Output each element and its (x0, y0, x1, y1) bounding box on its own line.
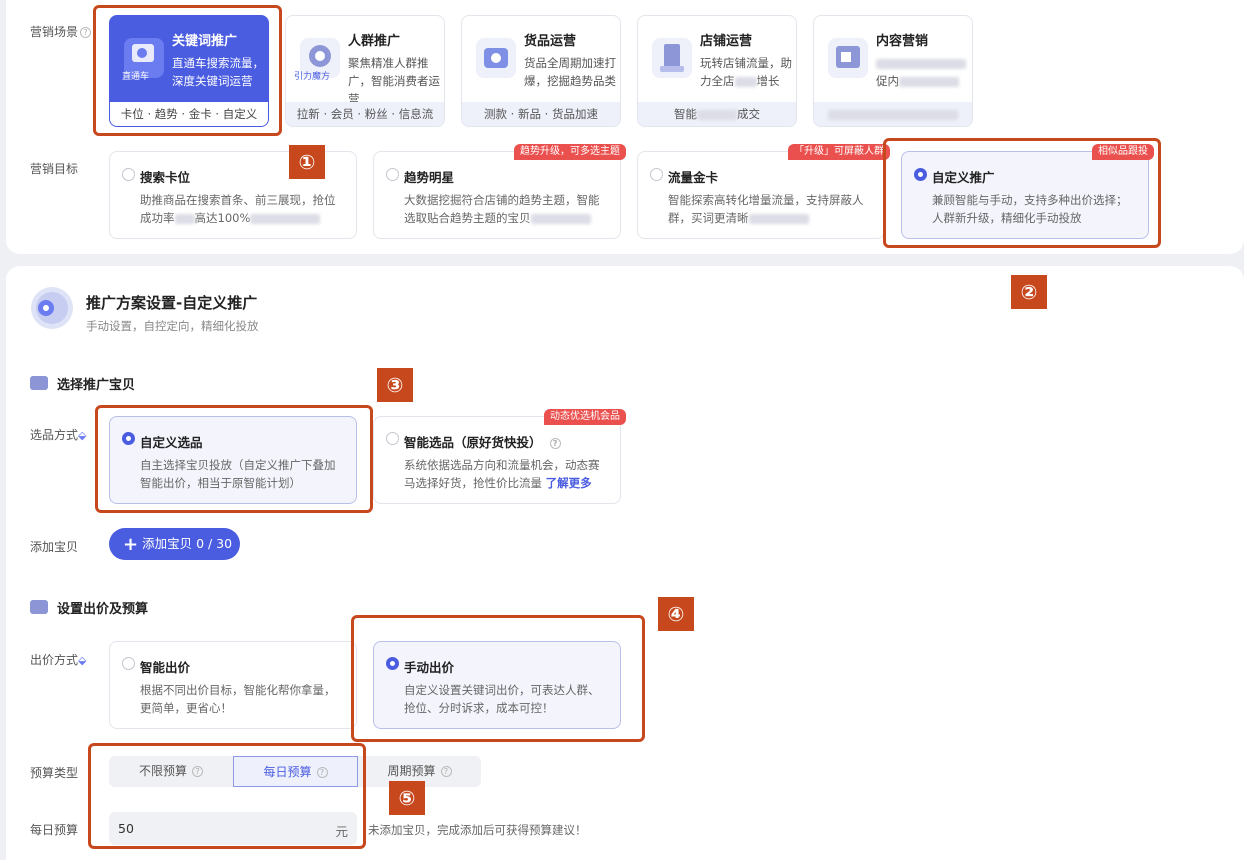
option-title: 智能出价 (140, 660, 191, 675)
scene-card-foot: 拉新 · 会员 · 粉丝 · 信息流 (286, 102, 444, 126)
add-item-button[interactable]: + 添加宝贝 0 / 30 (109, 528, 240, 560)
annotation-number-5: ⑤ (389, 781, 425, 815)
goods-icon (476, 38, 516, 78)
goal-label: 营销目标 (30, 162, 79, 176)
annotation-box-3 (95, 405, 373, 513)
bid-option-smart[interactable]: 智能出价 根据不同出价目标，智能化帮你拿量， 更简单，更省心！ (109, 641, 357, 729)
cap-icon: ⬙ (78, 654, 87, 667)
section-title: 选择推广宝贝 (57, 378, 136, 393)
goal-card-desc: 智能探索高转化增量流量，支持屏蔽人 群，买词更清晰 (668, 193, 864, 225)
goal-card-gold[interactable]: 「升级」可屏蔽人群 流量金卡 智能探索高转化增量流量，支持屏蔽人 群，买词更清晰 (637, 144, 890, 239)
goal-card-trend[interactable]: 趋势升级，可多选主题 趋势明星 大数据挖掘符合店铺的趋势主题，智能 选取贴合趋势主… (373, 144, 626, 239)
daily-budget-label: 每日预算 (30, 823, 79, 837)
learn-more-link[interactable]: 了解更多 (546, 476, 592, 490)
icon-caption: 引力魔方 (294, 72, 331, 82)
scene-card-desc: 聚焦精准人群推广，智能消费者运营 (348, 56, 440, 106)
radio[interactable] (122, 168, 135, 181)
scene-card-title: 内容营销 (876, 34, 929, 49)
option-tag: 动态优选机会品 (544, 409, 626, 425)
scene-card-goods[interactable]: 货品运营 货品全周期加速打爆，挖掘趋势品类 测款 · 新品 · 货品加速 (461, 15, 621, 127)
budget-type-label: 预算类型 (30, 766, 79, 780)
scene-card-store[interactable]: 店铺运营 玩转店铺流量，助 力全店 增长 智能 成交 (637, 15, 797, 127)
scene-card-audience[interactable]: 引力魔方 人群推广 聚焦精准人群推广，智能消费者运营 拉新 · 会员 · 粉丝 … (285, 15, 445, 127)
plan-title: 推广方案设置-自定义推广 (86, 294, 258, 312)
section-title: 设置出价及预算 (57, 602, 149, 617)
help-icon[interactable]: ? (440, 766, 452, 777)
annotation-box-2 (883, 138, 1161, 248)
help-icon[interactable]: ? (549, 438, 561, 449)
radio[interactable] (122, 657, 135, 670)
select-method-label: 选品方式⬙ (30, 428, 87, 442)
store-icon (652, 38, 692, 78)
help-icon[interactable]: ? (80, 27, 92, 38)
annotation-box-4 (351, 615, 645, 742)
goal-tag: 「升级」可屏蔽人群 (788, 144, 890, 160)
annotation-number-2: ② (1011, 275, 1047, 309)
scene-card-desc: 促内 (876, 54, 968, 90)
select-option-smart[interactable]: 动态优选机会品 智能选品（原好货快投）? 系统依据选品方向和流量机会，动态赛 马选… (373, 409, 626, 504)
annotation-number-1: ① (289, 145, 325, 179)
budget-hint: 未添加宝贝，完成添加后可获得预算建议！ (368, 823, 587, 837)
annotation-number-4: ④ (658, 597, 694, 631)
radio[interactable] (650, 168, 663, 181)
radio[interactable] (386, 432, 399, 445)
option-title: 智能选品（原好货快投）? (404, 432, 561, 451)
annotation-box-5 (88, 743, 366, 849)
goal-card-title: 趋势明星 (404, 170, 455, 185)
scene-card-foot: 智能 成交 (638, 102, 796, 126)
scene-card-foot (814, 102, 972, 126)
annotation-box-1 (93, 5, 282, 136)
goal-card-desc: 大数据挖掘符合店铺的趋势主题，智能 选取贴合趋势主题的宝贝 (404, 193, 600, 225)
section-icon (30, 376, 48, 390)
scene-card-title: 货品运营 (524, 34, 577, 49)
option-desc: 系统依据选品方向和流量机会，动态赛 马选择好货，抢性价比流量 了解更多 (404, 458, 600, 490)
cap-icon: ⬙ (78, 429, 87, 442)
bid-method-label: 出价方式⬙ (30, 653, 87, 667)
scene-card-foot: 测款 · 新品 · 货品加速 (462, 102, 620, 126)
scene-card-title: 人群推广 (348, 34, 401, 49)
radio[interactable] (386, 168, 399, 181)
scene-card-desc: 货品全周期加速打爆，挖掘趋势品类 (524, 56, 616, 88)
annotation-number-3: ③ (377, 368, 413, 402)
add-item-label: 添加宝贝 (30, 540, 79, 554)
plus-icon: + (123, 534, 139, 555)
scene-card-desc: 玩转店铺流量，助 力全店 增长 (700, 56, 792, 88)
section-icon (30, 600, 48, 614)
option-desc: 根据不同出价目标，智能化帮你拿量， 更简单，更省心！ (140, 683, 336, 715)
scene-card-title: 店铺运营 (700, 34, 753, 49)
plan-subtitle: 手动设置，自控定向，精细化投放 (86, 319, 259, 333)
goal-card-title: 流量金卡 (668, 170, 719, 185)
scene-card-content[interactable]: 内容营销 促内 (813, 15, 973, 127)
content-icon (828, 38, 868, 78)
plan-icon (31, 287, 73, 329)
scene-label: 营销场景? (30, 23, 92, 40)
goal-card-desc: 助推商品在搜索首条、前三展现，抢位 成功率 高达100% (140, 193, 336, 225)
goal-tag: 趋势升级，可多选主题 (514, 144, 626, 160)
goal-card-title: 搜索卡位 (140, 170, 191, 185)
